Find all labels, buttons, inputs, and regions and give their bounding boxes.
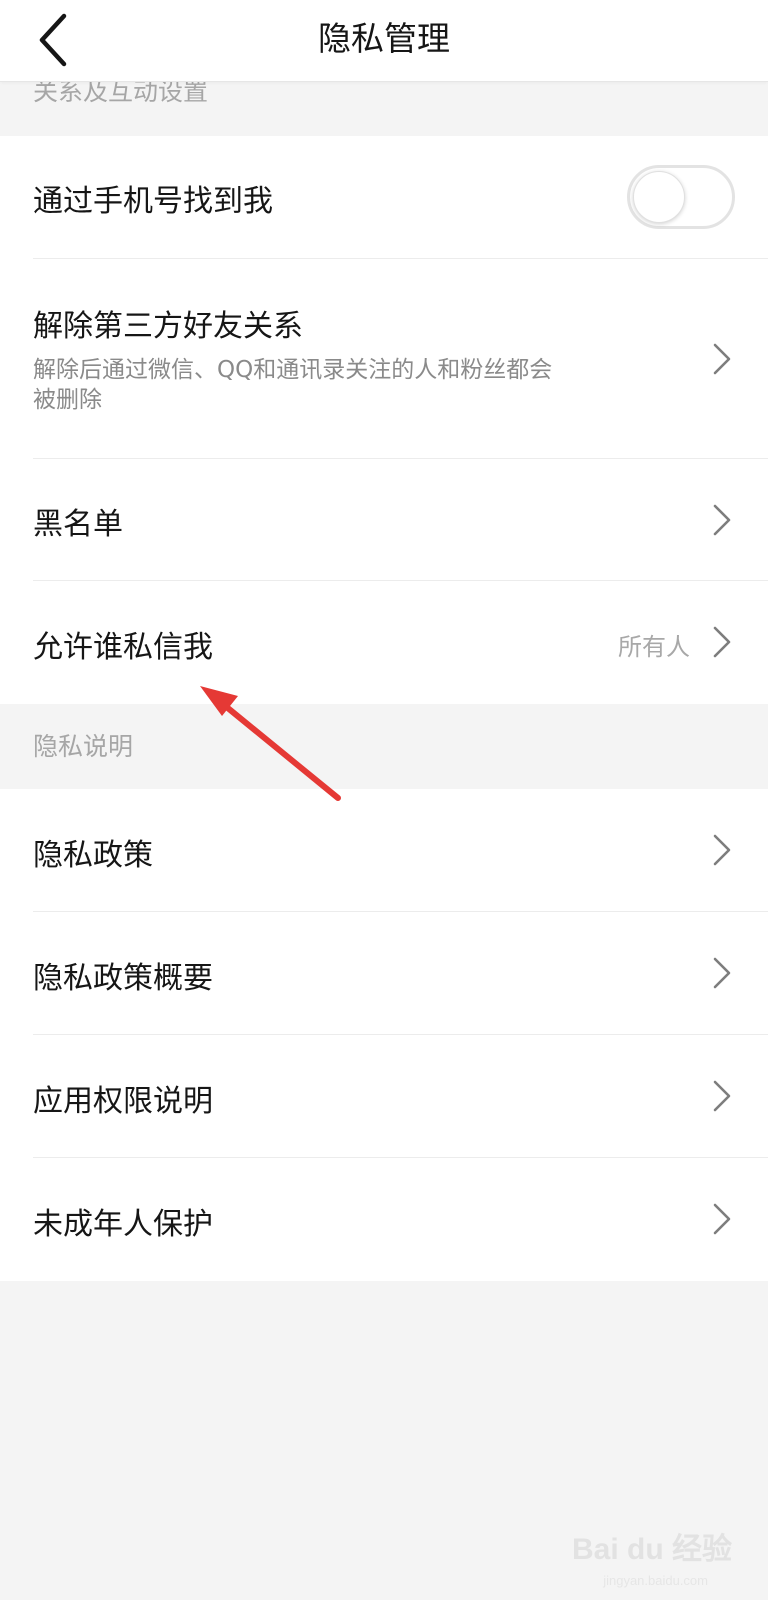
row-app-permissions[interactable]: 应用权限说明 (0, 1035, 768, 1158)
navbar: 隐私管理 (0, 0, 768, 82)
row-privacy-policy-label: 隐私政策 (33, 838, 153, 873)
row-who-can-message[interactable]: 允许谁私信我 所有人 (0, 581, 768, 704)
chevron-right-icon (713, 626, 731, 658)
row-find-by-phone: 通过手机号找到我 (0, 136, 768, 259)
chevron-right-icon (713, 1080, 731, 1112)
row-blacklist[interactable]: 黑名单 (0, 459, 768, 581)
row-remove-third-party-subtitle: 解除后通过微信、QQ和通讯录关注的人和粉丝都会被删除 (33, 357, 553, 413)
toggle-knob (633, 171, 685, 223)
row-who-can-message-value: 所有人 (618, 633, 690, 661)
row-privacy-policy-summary[interactable]: 隐私政策概要 (0, 912, 768, 1035)
section-header-privacy: 隐私说明 (0, 704, 768, 789)
chevron-right-icon (713, 504, 731, 536)
chevron-right-icon (713, 957, 731, 989)
chevron-right-icon (713, 834, 731, 866)
row-app-permissions-label: 应用权限说明 (33, 1084, 213, 1119)
row-blacklist-label: 黑名单 (33, 507, 123, 542)
find-by-phone-toggle[interactable] (627, 165, 735, 229)
row-minor-protection-label: 未成年人保护 (33, 1207, 213, 1242)
row-privacy-policy-summary-label: 隐私政策概要 (33, 961, 213, 996)
row-find-by-phone-label: 通过手机号找到我 (33, 184, 273, 219)
page-title: 隐私管理 (318, 19, 450, 58)
row-remove-third-party[interactable]: 解除第三方好友关系 解除后通过微信、QQ和通讯录关注的人和粉丝都会被删除 (0, 259, 768, 459)
row-who-can-message-label: 允许谁私信我 (33, 630, 213, 665)
baidu-watermark-url: jingyan.baidu.com (603, 1573, 708, 1588)
row-remove-third-party-label: 解除第三方好友关系 (33, 309, 303, 344)
baidu-watermark-logo: Bai du 经验 (571, 1533, 732, 1566)
row-minor-protection[interactable]: 未成年人保护 (0, 1158, 768, 1281)
row-privacy-policy[interactable]: 隐私政策 (0, 789, 768, 912)
section-header-privacy-label: 隐私说明 (33, 732, 134, 761)
chevron-right-icon (713, 343, 731, 375)
chevron-right-icon (713, 1203, 731, 1235)
